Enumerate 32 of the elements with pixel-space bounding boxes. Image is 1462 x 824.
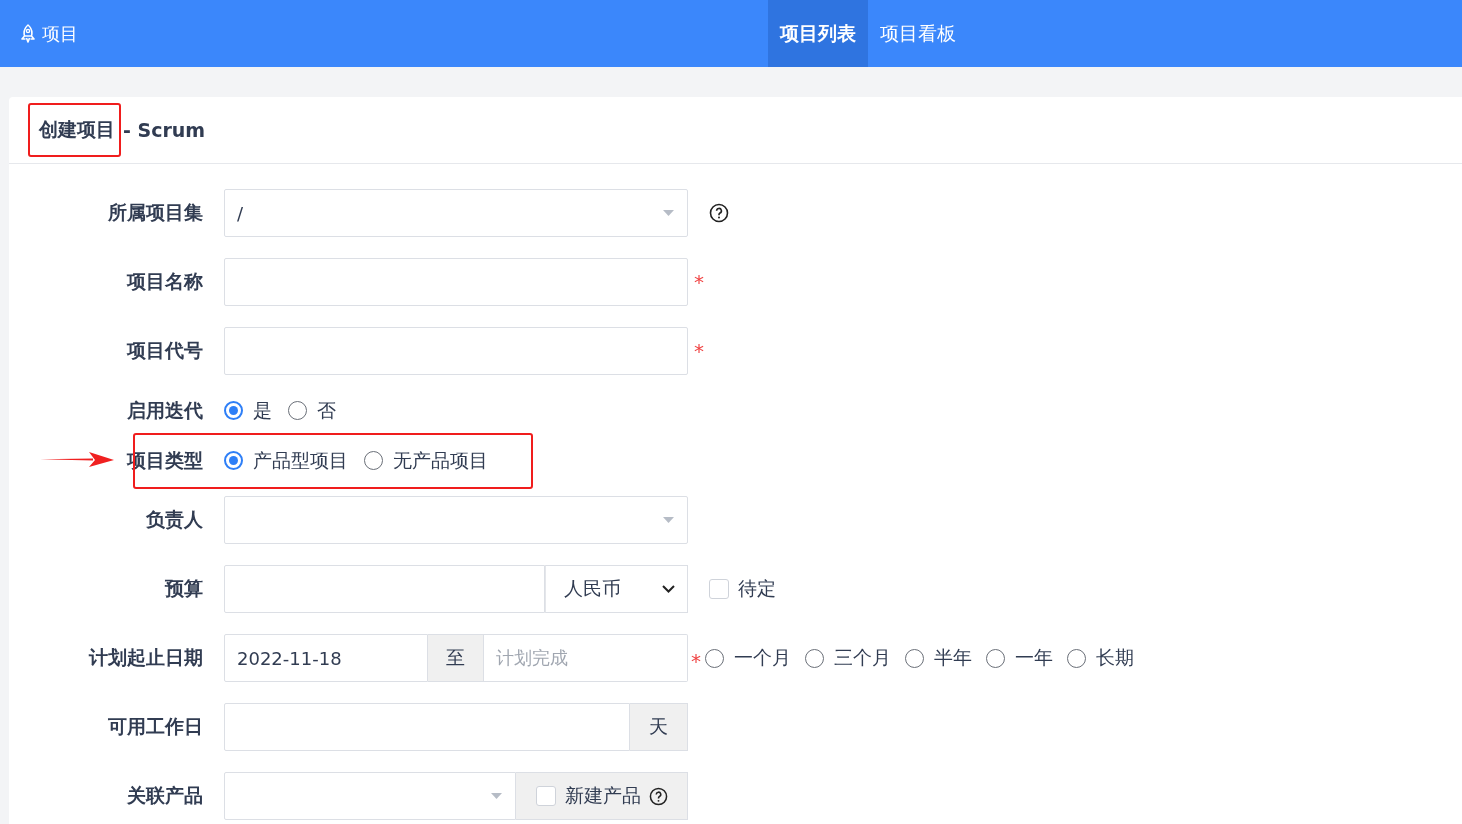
page-subtitle: - Scrum	[123, 119, 206, 141]
radio-option[interactable]: 否	[288, 397, 336, 424]
radio-option[interactable]: 产品型项目	[224, 447, 348, 474]
field-label: 计划起止日期	[89, 645, 203, 670]
field-label: 预算	[165, 576, 203, 601]
range-separator: 至	[428, 634, 484, 682]
required-mark: *	[691, 649, 701, 673]
select-field[interactable]: /	[224, 189, 688, 237]
radio-option[interactable]: 是	[224, 397, 272, 424]
required-mark: *	[694, 339, 704, 363]
date-field[interactable]: 2022-11-18	[224, 634, 428, 682]
field-label: 负责人	[146, 507, 203, 532]
field-label: 项目名称	[127, 269, 203, 294]
required-mark: *	[694, 270, 704, 294]
unit-addon: 天	[630, 703, 688, 751]
checkbox-option[interactable]: 新建产品	[535, 783, 641, 809]
radio-option[interactable]: 一年	[986, 645, 1053, 671]
field-label: 关联产品	[127, 783, 203, 808]
nav-tab[interactable]: 项目列表	[768, 0, 868, 67]
radio-option[interactable]: 三个月	[805, 645, 891, 671]
radio-option[interactable]: 半年	[905, 645, 972, 671]
radio-option[interactable]: 长期	[1067, 645, 1134, 671]
field-label: 可用工作日	[108, 714, 203, 739]
field-label: 项目代号	[127, 338, 203, 363]
field-label: 启用迭代	[127, 397, 203, 423]
field-label: 所属项目集	[108, 200, 203, 225]
page-title: 创建项目	[28, 103, 121, 157]
radio-option[interactable]: 一个月	[705, 645, 791, 671]
app-title: 项目	[42, 21, 78, 46]
checkbox-option[interactable]: 待定	[709, 576, 776, 602]
currency-select[interactable]: 人民币	[545, 565, 688, 613]
radio-option[interactable]: 无产品项目	[364, 447, 488, 474]
